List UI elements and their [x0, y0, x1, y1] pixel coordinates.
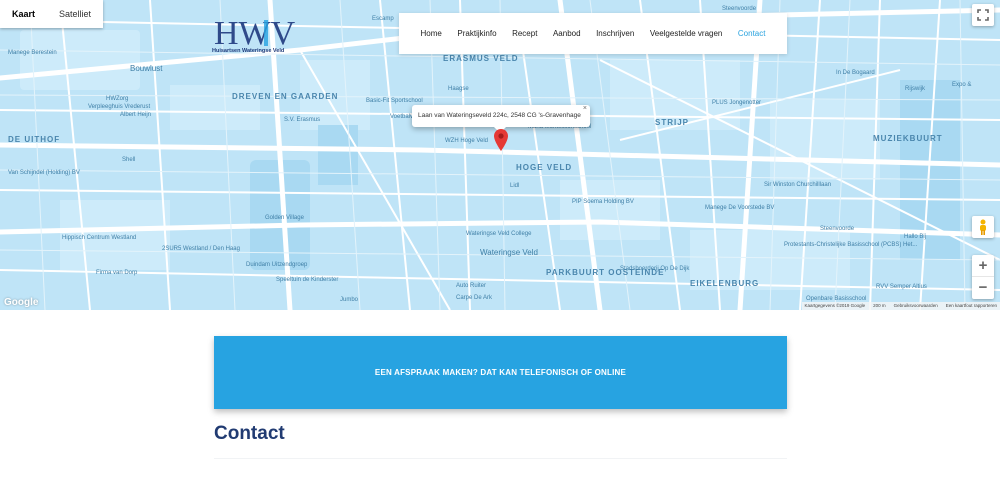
site-logo[interactable]: HWV Huisartsen Wateringse Veld	[212, 14, 298, 58]
infowindow-close-button[interactable]: ×	[583, 98, 587, 120]
map-data-attribution: Kaartgegevens ©2019 Google	[804, 303, 866, 308]
map-poi-label: Steenvoorde	[722, 6, 757, 12]
infowindow-address: Laan van Wateringseveld 224c, 2548 CG 's…	[418, 112, 581, 119]
main-nav: Home Praktijkinfo Recept Aanbod Inschrij…	[399, 13, 787, 54]
zoom-out-button[interactable]: −	[972, 277, 994, 299]
nav-aanbod[interactable]: Aanbod	[553, 29, 581, 38]
map-poi-label: Duindam Uitzendgroep	[246, 262, 308, 268]
map-poi-label: WZH Hoge Veld	[445, 138, 489, 144]
svg-text:HWV: HWV	[214, 15, 296, 50]
map-poi-label: Speeltuin de Kinderster	[276, 277, 339, 283]
map-poi-label: Steenvoorde	[820, 226, 855, 232]
divider	[214, 458, 787, 459]
nav-inschrijven[interactable]: Inschrijven	[596, 29, 634, 38]
map-type-map-button[interactable]: Kaart	[0, 0, 47, 28]
map-district-label: HOGE VELD	[516, 163, 573, 172]
map-poi-label: Bouwlust	[130, 64, 163, 73]
map-poi-label: RVV Semper Altius	[876, 284, 927, 290]
map-footer: Kaartgegevens ©2019 Google 200 m Gebruik…	[801, 302, 1000, 310]
map-marker-icon[interactable]	[494, 129, 508, 151]
fullscreen-icon	[977, 9, 989, 21]
map-district-label: DE UITHOF	[8, 135, 61, 144]
zoom-control: + −	[972, 255, 994, 299]
page-title: Contact	[214, 423, 285, 444]
map-infowindow: Laan van Wateringseveld 224c, 2548 CG 's…	[412, 105, 590, 133]
map-poi-label: Auto Ruiter	[456, 283, 487, 289]
map-poi-label: Van Schijndel (Holding) BV	[8, 170, 80, 176]
map-poi-label: Basic-Fit Sportschool	[366, 98, 423, 104]
map-poi-label: Jumbo	[340, 297, 359, 303]
map-type-satellite-button[interactable]: Satelliet	[47, 0, 103, 28]
map-poi-label: Golden Village	[265, 215, 304, 221]
cta-text: EEN AFSPRAAK MAKEN? DAT KAN TELEFONISCH …	[374, 368, 627, 377]
street-view-button[interactable]	[972, 216, 994, 238]
map-poi-label: 2SUR5 Westland / Den Haag	[162, 246, 240, 252]
map-terms-link[interactable]: Gebruiksvoorwaarden	[894, 302, 938, 310]
map-poi-label: Wateringse Veld College	[466, 231, 532, 237]
map-poi-label: Hallo Bij	[904, 234, 927, 240]
map-poi-label: Manege Berestein	[8, 50, 57, 56]
map-poi-label: HWZorg	[106, 96, 129, 102]
map-poi-label: Albert Heijn	[120, 112, 152, 118]
nav-recept[interactable]: Recept	[512, 29, 537, 38]
map-district-label: ERASMUS VELD	[443, 54, 519, 63]
map-poi-label: Rijswijk	[905, 86, 925, 92]
map-poi-label: PLUS Jongenotter	[712, 100, 762, 106]
appointment-cta-banner[interactable]: EEN AFSPRAAK MAKEN? DAT KAN TELEFONISCH …	[214, 336, 787, 409]
fullscreen-button[interactable]	[972, 4, 994, 26]
map-poi-label: Expo &	[952, 82, 972, 88]
map-district-label: DREVEN EN GAARDEN	[232, 92, 339, 101]
map-poi-label: Firma van Dorp	[96, 270, 138, 276]
map-poi-label: PIP Soema Holding BV	[572, 199, 634, 205]
map-poi-label: Escamp	[372, 16, 394, 22]
pegman-icon	[980, 219, 986, 235]
google-logo[interactable]: Google	[4, 297, 38, 308]
map-poi-label: Wateringse Veld	[480, 248, 538, 257]
map-poi-label: Shell	[122, 157, 136, 163]
map-poi-label: Carpe De Ark	[456, 295, 493, 301]
map-scale: 200 m	[873, 303, 886, 308]
nav-veelgestelde-vragen[interactable]: Veelgestelde vragen	[650, 29, 723, 38]
nav-praktijkinfo[interactable]: Praktijkinfo	[457, 29, 496, 38]
zoom-in-button[interactable]: +	[972, 255, 994, 277]
logo-subtitle: Huisartsen Wateringse Veld	[212, 48, 285, 54]
map-poi-label: Verpleeghuis Vrederust	[88, 104, 151, 110]
map-type-control: Kaart Satelliet	[0, 0, 104, 28]
map-poi-label: Stadsboerderij Op De Dijk	[620, 266, 690, 272]
map-poi-label: Haagse	[448, 86, 469, 92]
map-poi-label: In De Bogaard	[836, 70, 875, 76]
map-district-label: EIKELENBURG	[690, 279, 760, 288]
map-poi-label: S.V. Erasmus	[284, 117, 321, 123]
page: ERASMUS VELD DREVEN EN GAARDEN DE UITHOF…	[0, 0, 1000, 500]
nav-contact[interactable]: Contact	[738, 29, 766, 38]
map-poi-label: Manege De Voorstede BV	[705, 205, 775, 211]
map-district-label: MUZIEKBUURT	[873, 134, 943, 143]
nav-home[interactable]: Home	[421, 29, 442, 38]
map-poi-label: Protestants-Christelijke Basisschool (PC…	[784, 242, 918, 248]
map-poi-label: Sir Winston Churchilllaan	[764, 182, 832, 188]
map-poi-label: Hippisch Centrum Westland	[62, 235, 137, 241]
map-report-link[interactable]: Een kaartfout rapporteren	[946, 302, 997, 310]
hwv-logo-mark: HWV	[214, 15, 296, 52]
map-district-label: STRIJP	[655, 118, 690, 127]
map-poi-label: Lidl	[510, 183, 520, 189]
